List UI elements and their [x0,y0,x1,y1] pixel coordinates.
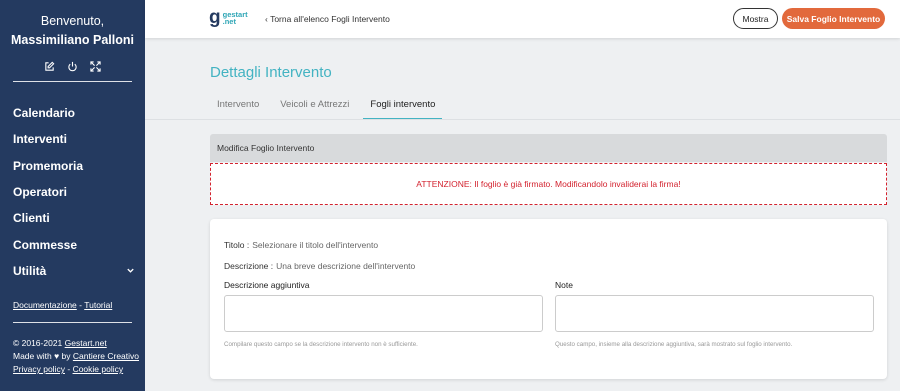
tabs: Intervento Veicoli e Attrezzi Fogli inte… [210,99,449,120]
greeting: Benvenuto, [40,14,105,28]
tab-intervento[interactable]: Intervento [210,99,266,120]
gestart-link[interactable]: Gestart.net [65,338,107,348]
back-to-list-link[interactable]: ‹ Torna all'elenco Fogli Intervento [265,14,390,24]
tabs-divider [145,119,900,120]
chevron-left-icon: ‹ [265,14,268,24]
top-bar: g gestart .net ‹ Torna all'elenco Fogli … [145,0,900,38]
sidebar-item-label: Promemoria [13,158,84,173]
link-separator: - [79,300,83,311]
sidebar-item-label: Operatori [13,185,68,200]
logo[interactable]: g gestart .net [209,7,248,28]
extra-description-field[interactable] [224,295,543,332]
sidebar-nav: Calendario Interventi Promemoria Operato… [0,100,145,284]
welcome-block: Benvenuto, Massimiliano Palloni [0,0,145,50]
tab-fogli-intervento[interactable]: Fogli intervento [363,99,443,120]
description-label: Descrizione : [224,261,274,271]
tab-veicoli-attrezzi[interactable]: Veicoli e Attrezzi [273,99,356,120]
description-value: Una breve descrizione dell'intervento [276,261,416,271]
sidebar: Benvenuto, Massimiliano Palloni Calendar… [0,0,145,391]
logo-line: .net [222,17,236,26]
power-icon[interactable] [67,61,78,72]
user-name: Massimiliano Palloni [11,33,134,47]
cookie-policy-link[interactable]: Cookie policy [73,364,124,374]
link-separator: - [67,364,71,375]
sidebar-footer: © 2016-2021 Gestart.net Made with ♥ by C… [0,337,145,376]
notes-help: Questo campo, insieme alla descrizione a… [555,341,793,348]
title-label: Titolo : [224,240,250,250]
title-row[interactable]: Titolo : Selezionare il titolo dell'inter… [224,240,378,250]
cantiere-creativo-link[interactable]: Cantiere Creativo [73,351,139,361]
sidebar-divider [13,81,132,82]
title-value: Selezionare il titolo dell'intervento [252,240,379,250]
page-title: Dettagli Intervento [210,64,332,81]
back-link-label: Torna all'elenco Fogli Intervento [270,14,390,24]
documentation-link[interactable]: Documentazione [13,300,77,310]
extra-description-label: Descrizione aggiuntiva [224,280,310,290]
sidebar-item-commesse[interactable]: Commesse [0,231,145,257]
edit-icon[interactable] [44,61,55,72]
sidebar-item-label: Interventi [13,132,68,147]
fullscreen-icon[interactable] [90,61,101,72]
description-row[interactable]: Descrizione : Una breve descrizione dell'… [224,261,415,271]
section-header: Modifica Foglio Intervento [210,134,887,162]
sidebar-item-label: Commesse [13,237,78,252]
sidebar-item-operatori[interactable]: Operatori [0,179,145,205]
sidebar-item-clienti[interactable]: Clienti [0,205,145,231]
sidebar-actions [0,61,145,75]
signature-warning: ATTENZIONE: Il foglio è già firmato. Mod… [210,163,887,205]
form-card: Titolo : Selezionare il titolo dell'inter… [210,219,887,379]
warning-text: ATTENZIONE: Il foglio è già firmato. Mod… [416,179,681,189]
chevron-down-icon [126,264,135,278]
extra-description-help: Compilare questo campo se la descrizione… [224,341,418,348]
save-sheet-button[interactable]: Salva Foglio Intervento [782,8,885,29]
show-button[interactable]: Mostra [733,8,778,29]
sidebar-item-label: Clienti [13,211,50,226]
sidebar-divider [13,322,132,324]
logo-text: gestart .net [222,10,248,26]
copyright-text: © 2016-2021 [13,338,63,349]
privacy-policy-link[interactable]: Privacy policy [13,364,65,374]
sidebar-item-label: Calendario [13,106,76,121]
tutorial-link[interactable]: Tutorial [84,300,112,310]
sidebar-item-interventi[interactable]: Interventi [0,126,145,152]
sidebar-item-utilita[interactable]: Utilità [0,258,145,284]
logo-mark: g [209,7,221,28]
sidebar-item-label: Utilità [13,263,47,278]
notes-label: Note [555,280,573,290]
doc-links: Documentazione - Tutorial [0,300,145,310]
notes-field[interactable] [555,295,874,332]
sidebar-item-promemoria[interactable]: Promemoria [0,153,145,179]
made-with-text: Made with ♥ by [13,351,71,362]
sidebar-item-calendario[interactable]: Calendario [0,100,145,126]
